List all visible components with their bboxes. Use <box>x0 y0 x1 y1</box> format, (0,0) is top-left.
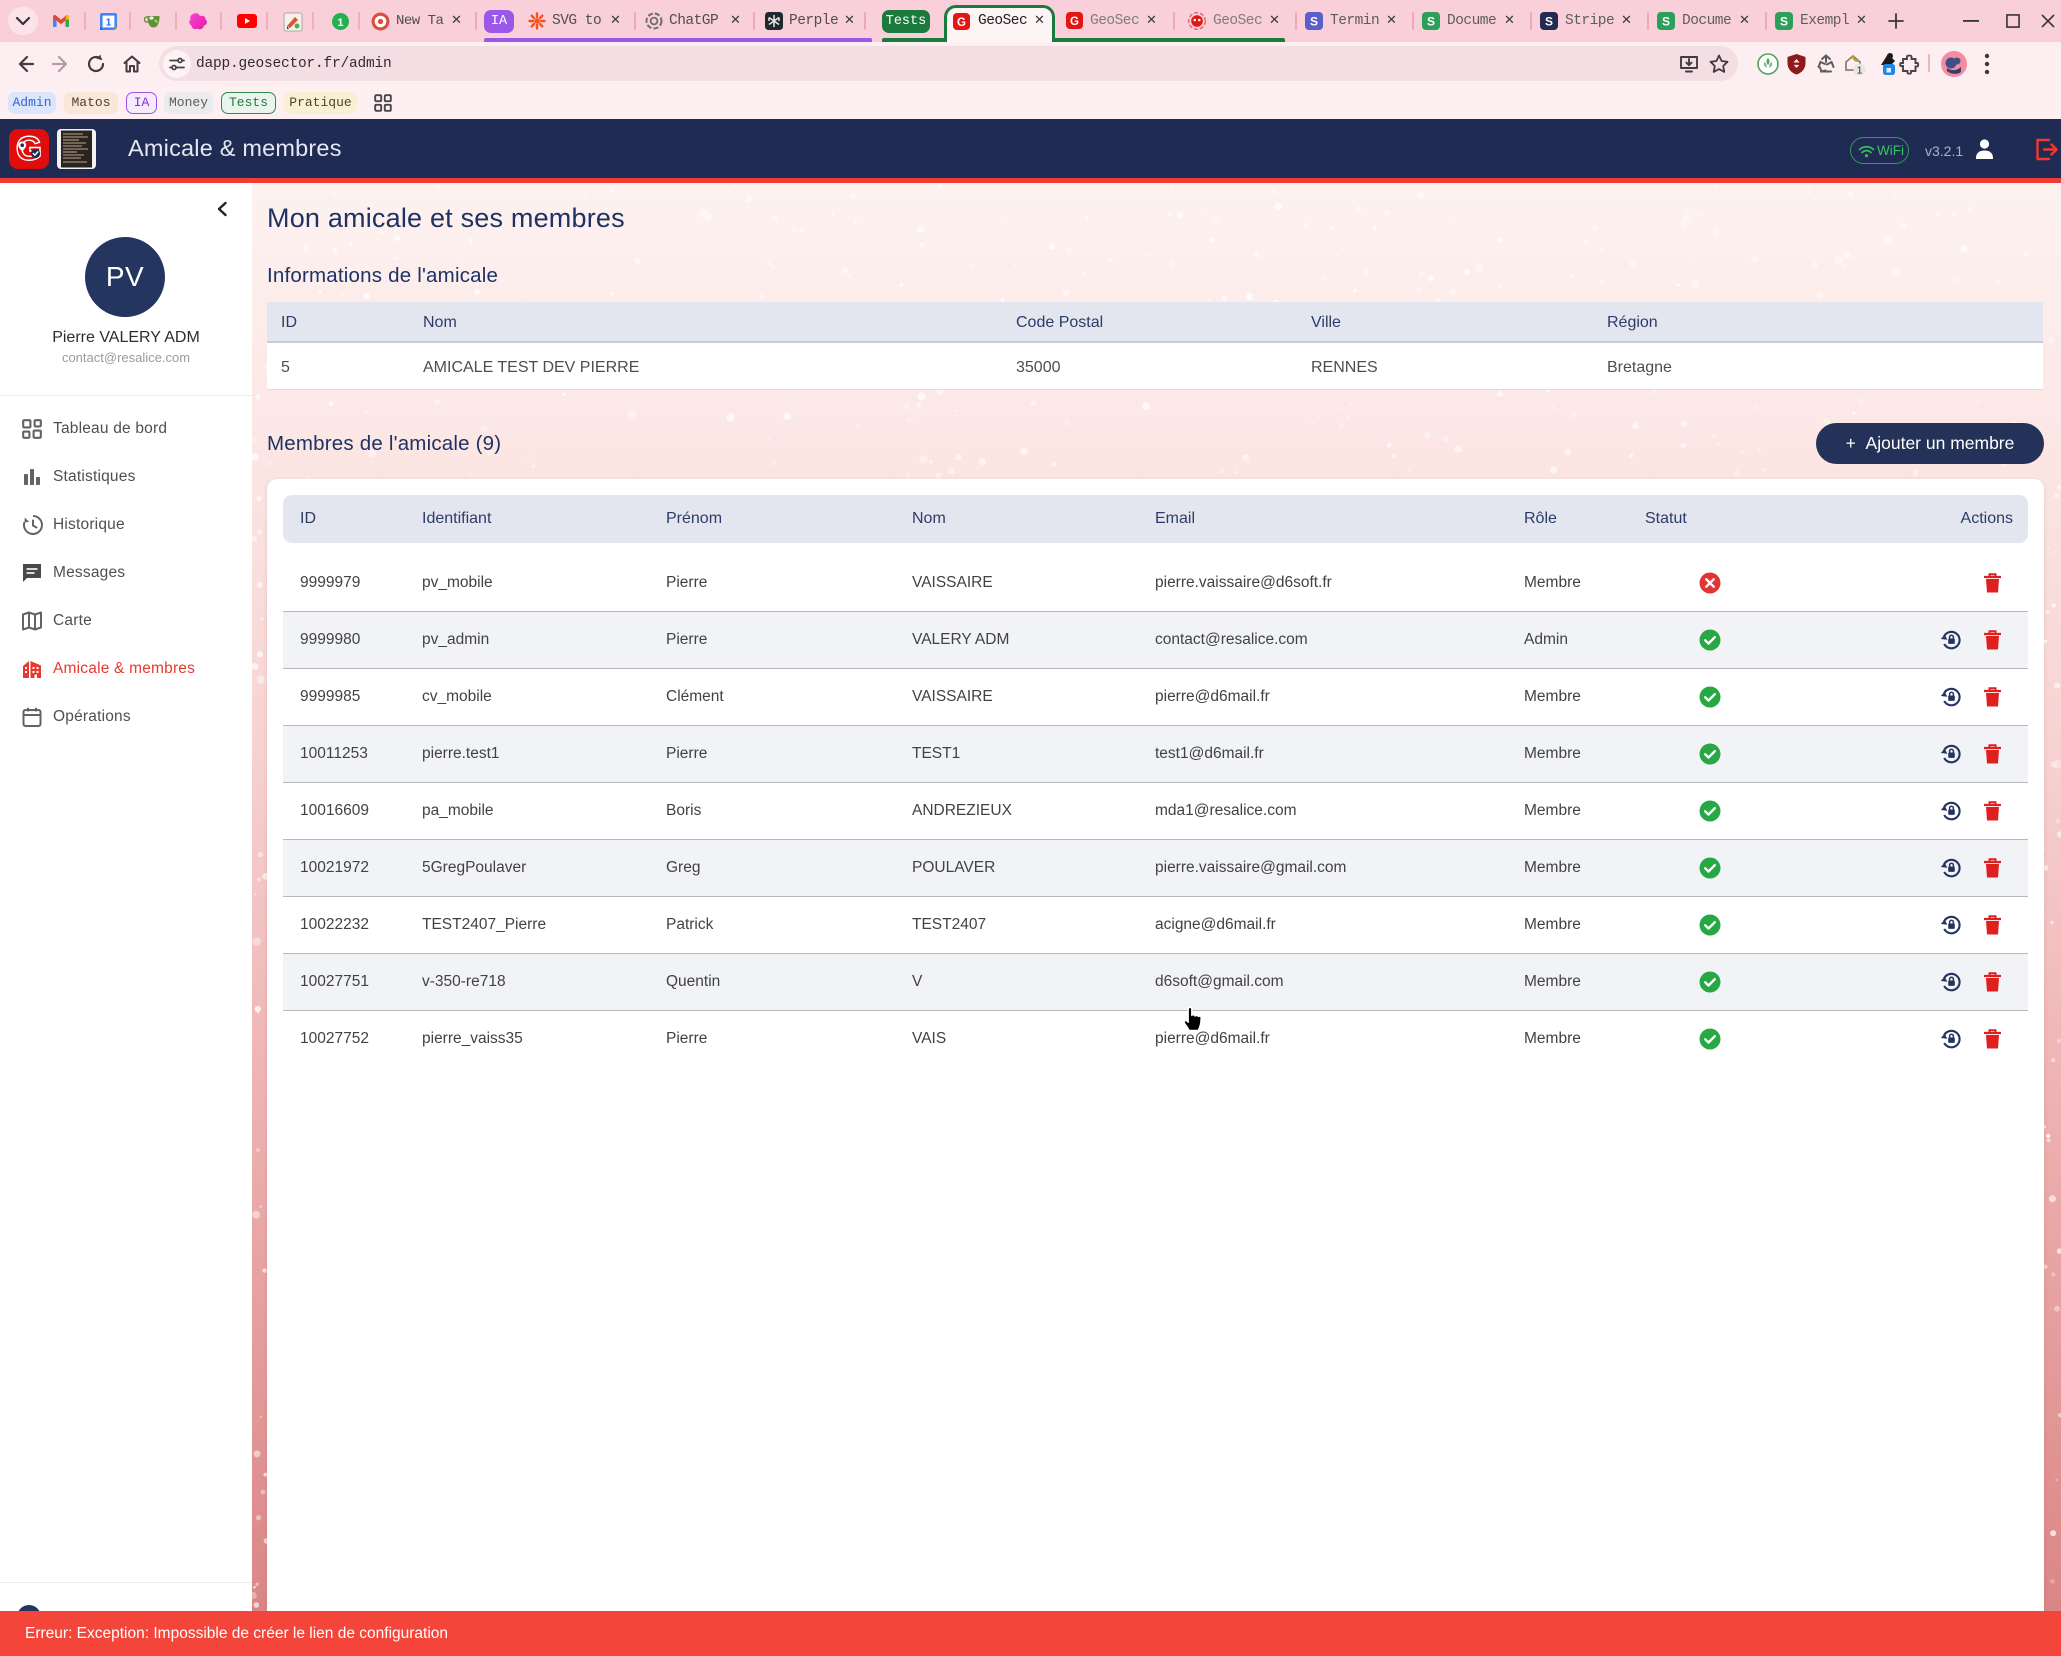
svg-text:1: 1 <box>106 17 112 28</box>
svg-text:S: S <box>1662 15 1670 29</box>
svg-text:S: S <box>1427 15 1435 29</box>
svg-text:S: S <box>1780 15 1788 29</box>
svg-text:1: 1 <box>1857 65 1863 77</box>
svg-text:S: S <box>1310 15 1318 29</box>
svg-text:G: G <box>16 130 42 168</box>
svg-text:G: G <box>957 17 966 29</box>
svg-text:G: G <box>1070 16 1079 28</box>
svg-text:S: S <box>1545 15 1553 29</box>
svg-text:1: 1 <box>337 17 343 29</box>
